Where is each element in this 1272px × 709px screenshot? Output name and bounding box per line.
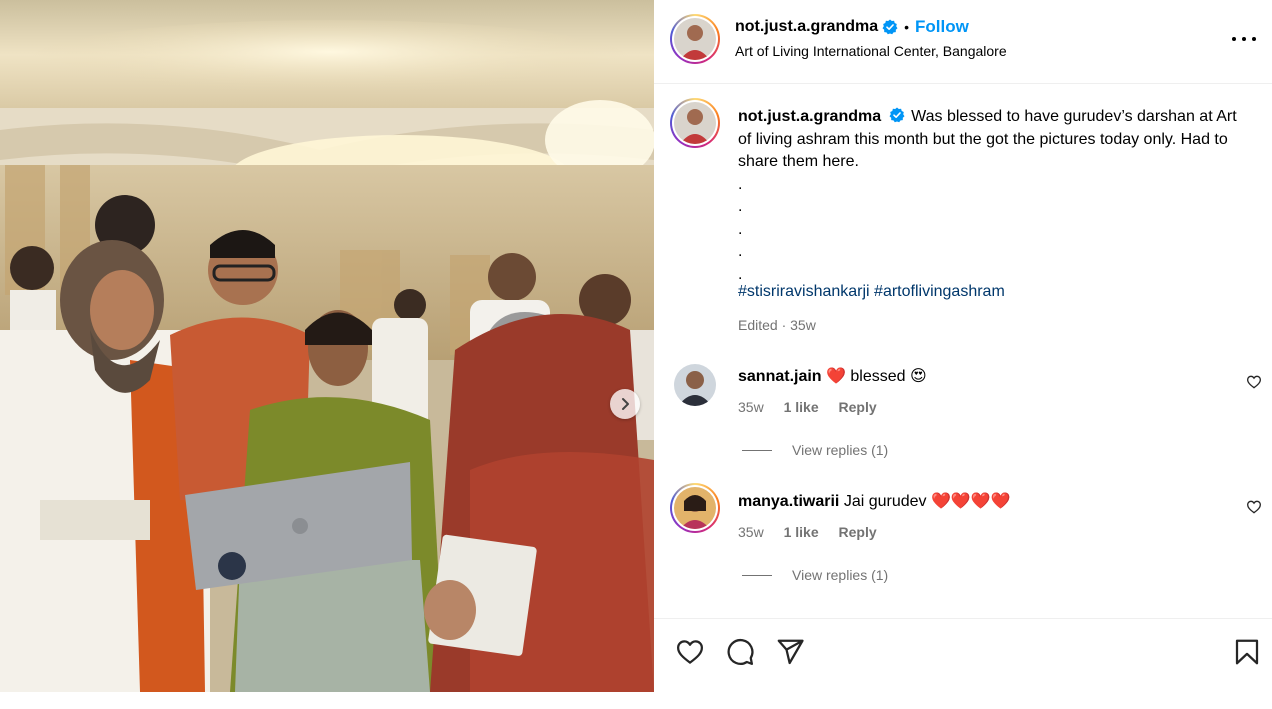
comment-meta: 35w 1 like Reply [738, 524, 893, 540]
action-bar [654, 618, 1272, 692]
share-icon[interactable] [775, 637, 805, 667]
avatar-image [674, 487, 716, 529]
verified-badge-icon [882, 19, 898, 35]
post-image [0, 0, 654, 692]
view-replies-label: View replies (1) [792, 442, 889, 458]
caption-dots: . . . . . [738, 174, 1248, 287]
caption-text-block: not.just.a.grandma Was blessed to have g… [738, 106, 1248, 286]
author-avatar[interactable] [670, 14, 720, 64]
caption-author-avatar[interactable] [670, 98, 720, 148]
comment-like-icon[interactable] [1246, 499, 1262, 515]
comment-username[interactable]: manya.tiwarii [738, 493, 839, 510]
post-side-panel: not.just.a.grandma • Follow Art of Livin… [654, 0, 1272, 692]
comment-avatar[interactable] [674, 364, 716, 406]
comment-username[interactable]: sannat.jain [738, 368, 822, 385]
caption-dot: . [738, 198, 743, 215]
caption-dot: . [738, 220, 743, 238]
chevron-right-icon [622, 398, 629, 410]
carousel-next-button[interactable] [610, 389, 640, 419]
heart-eyes-emoji: 😍 [910, 368, 927, 385]
view-replies-button[interactable]: View replies (1) [742, 567, 888, 583]
comment-meta: 35w 1 like Reply [738, 399, 893, 415]
caption-username[interactable]: not.just.a.grandma [738, 108, 881, 125]
caption-dot: . [738, 243, 743, 260]
bottom-margin [0, 692, 1272, 709]
hashtag-link[interactable]: #stisriravishankarji [738, 283, 870, 300]
comment-avatar[interactable] [670, 483, 720, 533]
save-icon[interactable] [1232, 637, 1262, 667]
post-location[interactable]: Art of Living International Center, Bang… [735, 43, 1007, 59]
comment-likes[interactable]: 1 like [784, 399, 819, 415]
like-icon[interactable] [675, 637, 705, 667]
more-options-icon[interactable] [1232, 30, 1256, 48]
comment-age: 35w [738, 524, 764, 540]
header-user-row: not.just.a.grandma • Follow [735, 17, 969, 37]
caption-edited-time: Edited · 35w [738, 317, 816, 333]
reply-button[interactable]: Reply [839, 524, 877, 540]
comment-icon[interactable] [725, 637, 755, 667]
comment-text-row: manya.tiwarii Jai gurudev ❤️❤️❤️❤️ [738, 491, 1011, 511]
comment-text-row: sannat.jain ❤️ blessed 😍 [738, 366, 927, 386]
caption-dot: . [738, 175, 743, 193]
heart-emoji: ❤️ [826, 368, 846, 385]
caption-hashtags: #stisriravishankarji #artoflivingashram [738, 283, 1005, 301]
avatar-image [674, 18, 716, 60]
author-username[interactable]: not.just.a.grandma [735, 18, 878, 36]
avatar-image [674, 102, 716, 144]
reply-button[interactable]: Reply [839, 399, 877, 415]
avatar-image [674, 364, 716, 406]
view-replies-button[interactable]: View replies (1) [742, 442, 888, 458]
hearts-emoji: ❤️❤️❤️❤️ [931, 493, 1011, 510]
verified-badge-icon [889, 107, 905, 123]
view-replies-label: View replies (1) [792, 567, 889, 583]
comment-like-icon[interactable] [1246, 374, 1262, 390]
instagram-post-view: not.just.a.grandma • Follow Art of Livin… [0, 0, 1272, 709]
comment-likes[interactable]: 1 like [784, 524, 819, 540]
hashtag-link[interactable]: #artoflivingashram [874, 283, 1005, 300]
follow-button[interactable]: Follow [915, 17, 969, 37]
comment-body: Jai gurudev [843, 493, 927, 510]
post-header: not.just.a.grandma • Follow Art of Livin… [654, 0, 1272, 84]
post-photo[interactable] [0, 0, 654, 692]
comment-body: blessed [850, 368, 906, 385]
comment-age: 35w [738, 399, 764, 415]
header-separator: • [904, 19, 910, 35]
